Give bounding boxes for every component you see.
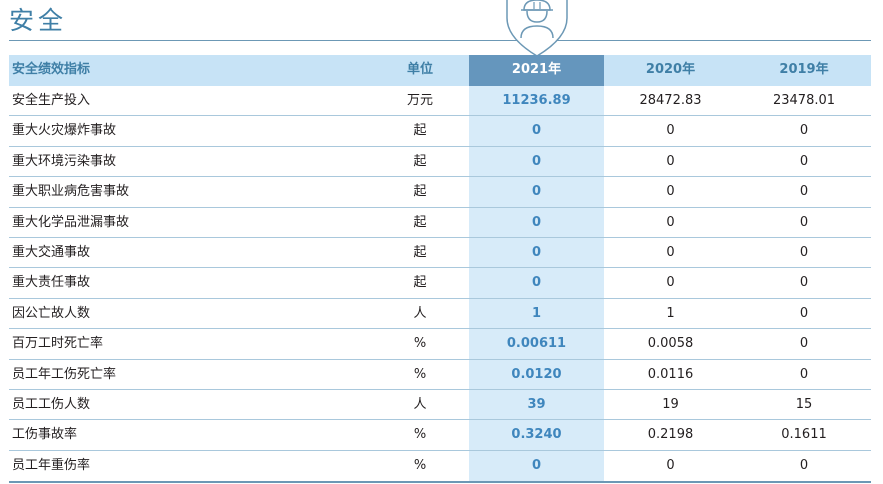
row-indicator-name: 重大交通事故 (12, 245, 91, 260)
row-unit: % (413, 457, 427, 473)
row-value-2019: 0 (799, 123, 809, 139)
row-value-2021: 11236.89 (502, 93, 571, 108)
row-value-2021: 0 (531, 153, 542, 169)
header-unit: 单位 (406, 62, 433, 77)
header-2020: 2020年 (645, 62, 696, 77)
row-value-2019: 0 (799, 214, 809, 230)
row-unit: 起 (413, 214, 427, 230)
row-unit: 起 (413, 245, 427, 260)
row-indicator-name: 重大火灾爆炸事故 (12, 123, 117, 139)
row-indicator-name: 重大职业病危害事故 (12, 184, 130, 200)
page-title: 安全 (9, 6, 68, 35)
row-value-2021: 39 (527, 397, 546, 412)
row-unit: 万元 (406, 93, 433, 108)
title-divider (9, 40, 871, 41)
row-value-2021: 1 (531, 305, 542, 321)
row-indicator-name: 因公亡故人数 (12, 305, 91, 321)
row-indicator-name: 员工年重伤率 (12, 457, 91, 473)
table-bottom-rule (9, 481, 871, 483)
row-value-2021: 0.00611 (506, 336, 567, 352)
row-indicator-name: 重大环境污染事故 (12, 153, 117, 169)
row-value-2019: 0 (799, 153, 809, 169)
row-value-2020: 19 (662, 397, 679, 412)
row-unit: 人 (413, 305, 427, 321)
row-unit: 起 (413, 153, 427, 169)
row-unit: % (413, 366, 427, 382)
header-2019: 2019年 (779, 62, 829, 77)
row-value-2020: 0 (666, 153, 675, 169)
row-unit: 起 (413, 123, 427, 139)
row-value-2019: 0.1611 (781, 427, 827, 443)
row-unit: 起 (413, 184, 427, 200)
row-indicator-name: 百万工时死亡率 (12, 336, 104, 352)
row-value-2021: 0.0120 (511, 366, 562, 382)
row-value-2021: 0 (531, 123, 542, 139)
row-value-2021: 0 (531, 457, 542, 473)
row-unit: % (413, 427, 427, 443)
row-indicator-name: 安全生产投入 (12, 93, 91, 108)
row-value-2020: 28472.83 (639, 93, 702, 108)
row-value-2019: 0 (799, 184, 809, 200)
header-2021: 2021年 (511, 62, 562, 77)
row-value-2020: 1 (666, 305, 675, 321)
row-value-2019: 15 (795, 397, 813, 412)
row-unit: % (413, 336, 427, 352)
row-value-2020: 0 (666, 123, 675, 139)
row-value-2019: 23478.01 (772, 93, 836, 108)
safety-worker-icon (506, 0, 568, 56)
row-value-2021: 0.3240 (511, 427, 562, 443)
row-value-2021: 0 (531, 245, 542, 260)
row-unit: 起 (413, 275, 427, 291)
row-value-2020: 0.2198 (647, 427, 694, 443)
row-value-2021: 0 (531, 184, 542, 200)
row-value-2020: 0 (666, 184, 675, 200)
row-value-2020: 0.0058 (647, 336, 694, 352)
row-value-2020: 0 (666, 245, 675, 260)
row-indicator-name: 员工工伤人数 (12, 397, 91, 412)
row-value-2019: 0 (799, 366, 809, 382)
row-indicator-name: 工伤事故率 (12, 427, 78, 443)
row-value-2019: 0 (799, 336, 809, 352)
row-value-2020: 0 (666, 457, 675, 473)
row-value-2019: 0 (799, 305, 809, 321)
header-indicator: 安全绩效指标 (12, 62, 91, 77)
row-unit: 人 (413, 397, 427, 412)
row-value-2019: 0 (799, 245, 809, 260)
row-value-2021: 0 (531, 275, 542, 291)
row-indicator-name: 重大责任事故 (12, 275, 91, 291)
row-indicator-name: 员工年工伤死亡率 (12, 366, 117, 382)
row-value-2020: 0 (666, 275, 675, 291)
row-value-2019: 0 (799, 275, 809, 291)
row-indicator-name: 重大化学品泄漏事故 (12, 214, 130, 230)
row-value-2020: 0 (666, 214, 675, 230)
row-value-2019: 0 (799, 457, 809, 473)
row-value-2021: 0 (531, 214, 542, 230)
row-value-2020: 0.0116 (647, 366, 694, 382)
